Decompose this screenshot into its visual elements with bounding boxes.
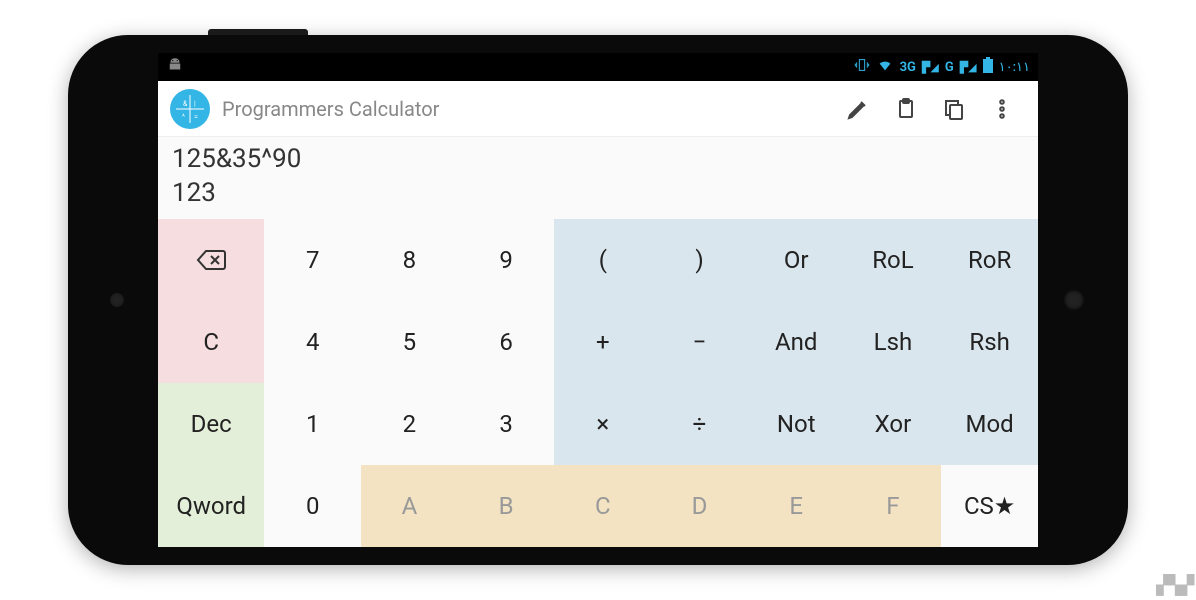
clipboard-icon <box>894 97 918 121</box>
copy-icon <box>942 97 966 121</box>
watermark: ▞▚▞ <box>1156 575 1192 596</box>
signal-icon-2: ▛◢ <box>960 61 977 74</box>
hex-f-button[interactable]: F <box>845 465 942 547</box>
dots-vertical-icon <box>990 97 1014 121</box>
or-button[interactable]: Or <box>748 219 845 301</box>
digit-5-button[interactable]: 5 <box>361 301 458 383</box>
digit-2-button[interactable]: 2 <box>361 383 458 465</box>
hex-d-button[interactable]: D <box>651 465 748 547</box>
network-3g-label: 3G <box>900 60 916 75</box>
hex-c-button[interactable]: C <box>554 465 651 547</box>
edit-button[interactable] <box>834 85 882 133</box>
copy-button[interactable] <box>930 85 978 133</box>
app-title: Programmers Calculator <box>222 97 439 121</box>
overflow-menu-button[interactable] <box>978 85 1026 133</box>
svg-text:=: = <box>194 113 198 121</box>
backspace-button[interactable] <box>158 219 264 301</box>
keypad: 7 8 9 ( ) Or RoL RoR C 4 5 6 + − And Lsh… <box>158 219 1038 547</box>
backspace-icon <box>196 248 226 272</box>
minus-button[interactable]: − <box>651 301 748 383</box>
svg-text:|: | <box>194 100 196 108</box>
result-text: 123 <box>172 177 1024 211</box>
clear-button[interactable]: C <box>158 301 264 383</box>
app-icon: &| ^ = <box>170 89 210 129</box>
status-bar: 3G ▛◢ G ▛◢ ١٠:١١ <box>158 53 1038 81</box>
expression-text: 125&35^90 <box>172 143 1024 177</box>
vibrate-icon <box>854 57 870 77</box>
clock-label: ١٠:١١ <box>999 60 1030 75</box>
display-area: 125&35^90 123 <box>158 137 1038 219</box>
ror-button[interactable]: RoR <box>941 219 1038 301</box>
cs-star-button[interactable]: CS★ <box>941 465 1038 547</box>
plus-button[interactable]: + <box>554 301 651 383</box>
digit-1-button[interactable]: 1 <box>264 383 361 465</box>
digit-6-button[interactable]: 6 <box>458 301 555 383</box>
signal-icon-1: ▛◢ <box>922 61 939 74</box>
digit-0-button[interactable]: 0 <box>264 465 361 547</box>
multiply-button[interactable]: × <box>554 383 651 465</box>
divide-button[interactable]: ÷ <box>651 383 748 465</box>
digit-9-button[interactable]: 9 <box>458 219 555 301</box>
digit-7-button[interactable]: 7 <box>264 219 361 301</box>
hex-e-button[interactable]: E <box>748 465 845 547</box>
digit-3-button[interactable]: 3 <box>458 383 555 465</box>
android-icon <box>166 56 184 78</box>
hex-b-button[interactable]: B <box>458 465 555 547</box>
network-g-label: G <box>945 60 954 75</box>
and-button[interactable]: And <box>748 301 845 383</box>
wifi-icon <box>876 57 894 77</box>
hex-a-button[interactable]: A <box>361 465 458 547</box>
svg-text:^: ^ <box>182 113 185 121</box>
paste-button[interactable] <box>882 85 930 133</box>
rol-button[interactable]: RoL <box>845 219 942 301</box>
paren-open-button[interactable]: ( <box>554 219 651 301</box>
action-bar: &| ^ = Programmers Calculator <box>158 81 1038 137</box>
battery-icon <box>983 57 993 77</box>
rsh-button[interactable]: Rsh <box>941 301 1038 383</box>
svg-text:&: & <box>183 100 188 108</box>
pencil-icon <box>846 97 870 121</box>
lsh-button[interactable]: Lsh <box>845 301 942 383</box>
word-size-qword-button[interactable]: Qword <box>158 465 264 547</box>
mod-button[interactable]: Mod <box>941 383 1038 465</box>
xor-button[interactable]: Xor <box>845 383 942 465</box>
digit-8-button[interactable]: 8 <box>361 219 458 301</box>
base-dec-button[interactable]: Dec <box>158 383 264 465</box>
not-button[interactable]: Not <box>748 383 845 465</box>
paren-close-button[interactable]: ) <box>651 219 748 301</box>
digit-4-button[interactable]: 4 <box>264 301 361 383</box>
